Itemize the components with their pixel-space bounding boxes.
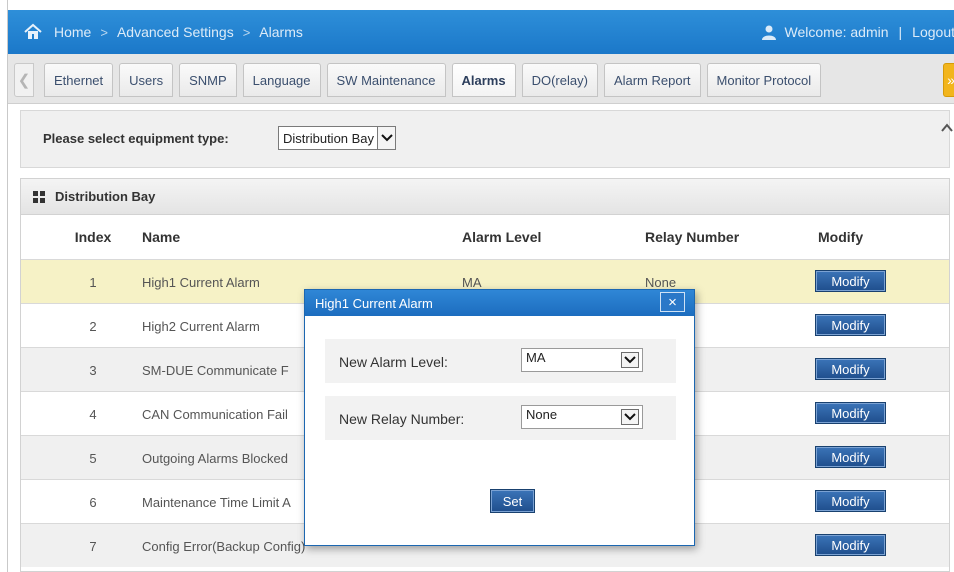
column-name: Name [142,229,181,245]
relay-number-label: New Relay Number: [339,411,465,427]
tab-list: Ethernet Users SNMP Language SW Maintena… [44,63,827,97]
tab-monitor-protocol[interactable]: Monitor Protocol [706,63,822,97]
tab-bar: ❮ Ethernet Users SNMP Language SW Mainte… [8,54,954,104]
equipment-type-label: Please select equipment type: [43,131,229,146]
user-area: Welcome: admin | Logout [761,10,954,54]
equipment-type-select[interactable]: Distribution Bay [278,126,397,150]
relay-number-select[interactable]: None [521,405,643,429]
dialog-title: High1 Current Alarm [315,295,433,311]
modify-button[interactable]: Modify [815,490,886,512]
grid-icon [33,190,45,203]
breadcrumb: Home > Advanced Settings > Alarms [54,10,303,54]
modify-button[interactable]: Modify [815,314,886,336]
panel-title: Distribution Bay [55,189,156,204]
chevron-down-icon [621,352,639,368]
tab-scroll-left-button[interactable]: ❮ [14,63,34,97]
tab-ethernet[interactable]: Ethernet [44,63,114,97]
column-alarm-level: Alarm Level [462,229,542,245]
top-bar: Home > Advanced Settings > Alarms Welcom… [8,10,954,54]
tab-alarms[interactable]: Alarms [451,63,516,97]
equipment-selector: Please select equipment type: Distributi… [20,110,950,168]
tab-users[interactable]: Users [119,63,174,97]
table-header: Index Name Alarm Level Relay Number Modi… [21,215,949,259]
breadcrumb-advanced-settings[interactable]: Advanced Settings [117,24,234,40]
row-index: 1 [89,275,97,290]
set-button[interactable]: Set [490,489,535,513]
relay-number-value: None [526,407,558,422]
modify-button[interactable]: Modify [815,446,886,468]
tab-alarm-report[interactable]: Alarm Report [603,63,701,97]
breadcrumb-home[interactable]: Home [54,24,91,40]
alarm-level-label: New Alarm Level: [339,354,448,370]
breadcrumb-alarms: Alarms [259,24,303,40]
chevron-down-icon [621,409,639,425]
row-name: Outgoing Alarms Blocked [142,451,288,466]
panel-header: Distribution Bay [21,179,949,215]
row-relay-number: None [645,275,677,290]
alarm-level-value: MA [526,350,546,365]
relay-number-field: New Relay Number: None [325,396,676,440]
row-name: High2 Current Alarm [142,319,260,334]
alarm-level-select[interactable]: MA [521,348,643,372]
home-icon[interactable] [24,23,42,41]
user-icon [761,25,776,40]
row-index: 6 [89,495,97,510]
modify-button[interactable]: Modify [815,534,886,556]
chevron-down-icon [377,127,396,149]
tab-snmp[interactable]: SNMP [179,63,237,97]
welcome-text: Welcome: admin [784,24,889,40]
row-name: Maintenance Time Limit A [142,495,291,510]
scroll-up-icon[interactable] [941,122,954,136]
modify-button[interactable]: Modify [815,358,886,380]
column-relay-number: Relay Number [645,229,740,245]
modify-alarm-dialog: High1 Current Alarm × New Alarm Level: M… [304,289,695,546]
row-name: Config Error(Backup Config) [142,539,306,554]
row-index: 3 [89,363,97,378]
dialog-title-bar: High1 Current Alarm × [305,290,694,316]
tab-scroll-right-button[interactable]: » [943,63,954,97]
user-separator: | [898,24,903,40]
tab-language[interactable]: Language [242,63,321,97]
row-name: High1 Current Alarm [142,275,260,290]
logout-link[interactable]: Logout [912,24,954,40]
tab-do-relay[interactable]: DO(relay) [521,63,598,97]
modify-button[interactable]: Modify [815,402,886,424]
modify-button[interactable]: Modify [815,270,886,292]
breadcrumb-separator: > [100,24,108,40]
tab-sw-maintenance[interactable]: SW Maintenance [326,63,446,97]
double-chevron-right-icon: » [947,72,954,88]
row-name: SM-DUE Communicate F [142,363,289,378]
breadcrumb-separator: > [242,24,251,40]
column-modify: Modify [818,229,864,245]
row-index: 5 [89,451,97,466]
column-index: Index [74,229,112,245]
row-alarm-level: MA [462,275,482,290]
chevron-left-icon: ❮ [17,72,31,89]
row-name: CAN Communication Fail [142,407,288,422]
app-frame: Home > Advanced Settings > Alarms Welcom… [7,0,954,572]
equipment-type-value: Distribution Bay [283,130,375,146]
row-index: 7 [89,539,97,554]
close-icon[interactable]: × [660,292,685,312]
alarm-level-field: New Alarm Level: MA [325,339,676,383]
row-index: 4 [89,407,97,422]
row-index: 2 [89,319,97,334]
